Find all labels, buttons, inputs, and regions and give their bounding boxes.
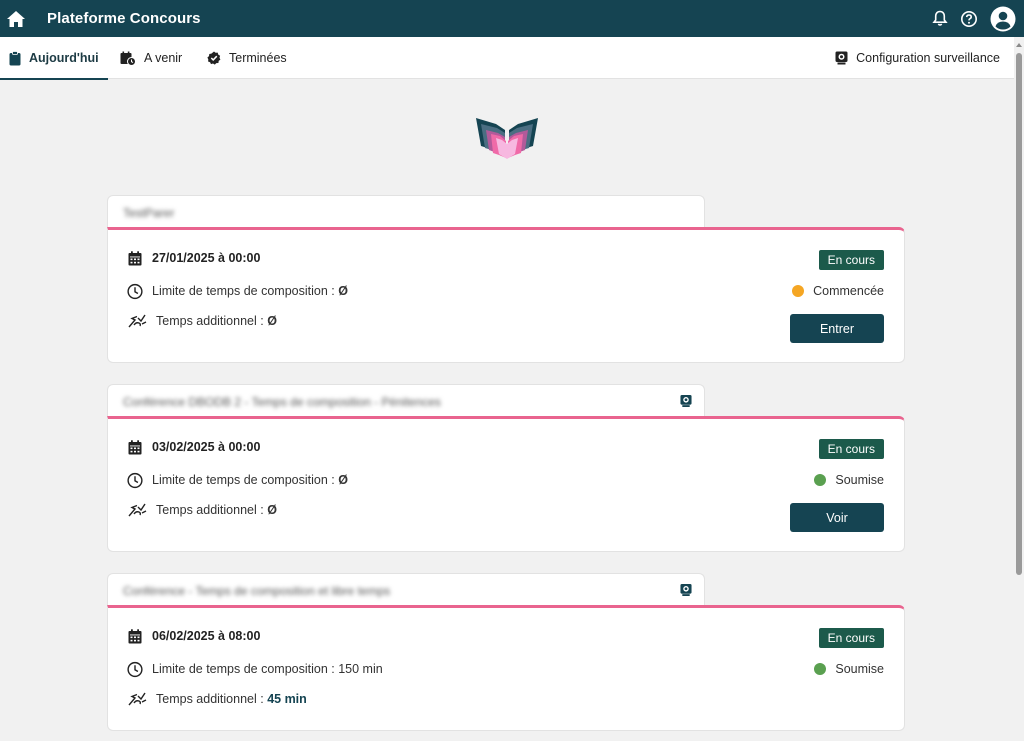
progress-status-label: Commencée [813,284,884,298]
clock-icon [127,472,143,488]
time-limit-row: Limite de temps de composition : 150 min [127,661,383,677]
exam-date: 03/02/2025 à 00:00 [152,440,261,454]
view-button[interactable]: Voir [790,503,884,532]
tab-done[interactable]: Terminées [207,37,287,79]
account-icon[interactable] [990,6,1016,32]
exam-header: Conférence DBODB 2 - Temps de compositio… [107,384,705,418]
scrollbar-thumb[interactable] [1016,53,1022,575]
exam-details: 27/01/2025 à 00:00 Limite de temps de co… [107,227,905,363]
clock-icon [127,661,143,677]
exam-name: Conférence - Temps de composition et lib… [123,584,391,598]
exam-card: TestParer 27/01/2025 à 00:00 Limite de t… [107,195,905,363]
time-limit-row: Limite de temps de composition : Ø [127,283,348,299]
tab-today[interactable]: Aujourd'hui [0,37,108,80]
time-limit-value: Ø [338,284,348,298]
exam-date-row: 27/01/2025 à 00:00 [127,250,260,266]
progress-status-label: Soumise [835,473,884,487]
clock-icon [127,283,143,299]
progress-status: Commencée [792,284,884,298]
exam-details: 03/02/2025 à 00:00 Limite de temps de co… [107,416,905,552]
accessibility-icon [127,313,147,329]
tab-upcoming[interactable]: A venir [120,37,182,79]
extra-time-value: Ø [267,503,277,517]
page-scrollbar[interactable] [1014,37,1024,741]
progress-status-label: Soumise [835,662,884,676]
extra-time-value: 45 min [267,692,307,706]
extra-time-row: Temps additionnel : Ø [127,502,277,518]
butterfly-logo [474,114,540,160]
calendar-clock-icon [120,51,136,66]
tab-done-label: Terminées [229,51,287,65]
extra-time-row: Temps additionnel : 45 min [127,691,307,707]
status-badge: En cours [818,439,884,459]
bell-icon[interactable] [932,10,948,27]
accessibility-icon [127,691,147,707]
status-dot-icon [814,663,827,675]
extra-time-label: Temps additionnel : [156,503,264,517]
time-limit-label: Limite de temps de composition : [152,473,335,487]
exam-card: Conférence - Temps de composition et lib… [107,573,905,741]
webcam-icon [835,51,848,65]
extra-time-value: Ø [267,314,277,328]
exam-header: Conférence - Temps de composition et lib… [107,573,705,607]
tab-today-label: Aujourd'hui [29,51,99,65]
exam-date: 27/01/2025 à 00:00 [152,251,261,265]
help-icon[interactable] [960,10,978,28]
accessibility-icon [127,502,147,518]
proctoring-config-link[interactable]: Configuration surveillance [835,37,1000,79]
time-limit-value: 150 min [338,662,383,676]
webcam-icon [680,583,692,602]
tab-upcoming-label: A venir [144,51,183,65]
config-label: Configuration surveillance [856,51,1000,65]
status-badge: En cours [818,628,884,648]
status-badge: En cours [818,250,884,270]
extra-time-label: Temps additionnel : [156,314,264,328]
time-limit-value: Ø [338,473,348,487]
calendar-icon [127,439,143,455]
exam-name: TestParer [123,206,175,220]
progress-status: Soumise [814,473,884,487]
exam-date-row: 03/02/2025 à 00:00 [127,439,260,455]
home-icon[interactable] [0,0,32,37]
exam-date: 06/02/2025 à 08:00 [152,629,261,643]
app-title: Plateforme Concours [47,10,201,27]
exam-name: Conférence DBODB 2 - Temps de compositio… [123,395,441,409]
exam-details: 06/02/2025 à 08:00 Limite de temps de co… [107,605,905,731]
exam-date-row: 06/02/2025 à 08:00 [127,628,260,644]
exam-header: TestParer [107,195,705,229]
enter-button[interactable]: Entrer [790,314,884,343]
verified-check-icon [207,51,221,65]
extra-time-row: Temps additionnel : Ø [127,313,277,329]
webcam-icon [680,394,692,413]
exam-card: Conférence DBODB 2 - Temps de compositio… [107,384,905,552]
tab-bar: Aujourd'hui A venir Terminées Configurat… [0,37,1024,80]
app-bar: Plateforme Concours [0,0,1024,37]
clipboard-icon [9,50,21,66]
calendar-icon [127,628,143,644]
extra-time-label: Temps additionnel : [156,692,264,706]
status-dot-icon [814,474,827,486]
time-limit-label: Limite de temps de composition : [152,284,335,298]
time-limit-label: Limite de temps de composition : [152,662,335,676]
status-dot-icon [792,285,805,297]
time-limit-row: Limite de temps de composition : Ø [127,472,348,488]
progress-status: Soumise [814,662,884,676]
scroll-up-icon[interactable] [1016,43,1022,47]
calendar-icon [127,250,143,266]
